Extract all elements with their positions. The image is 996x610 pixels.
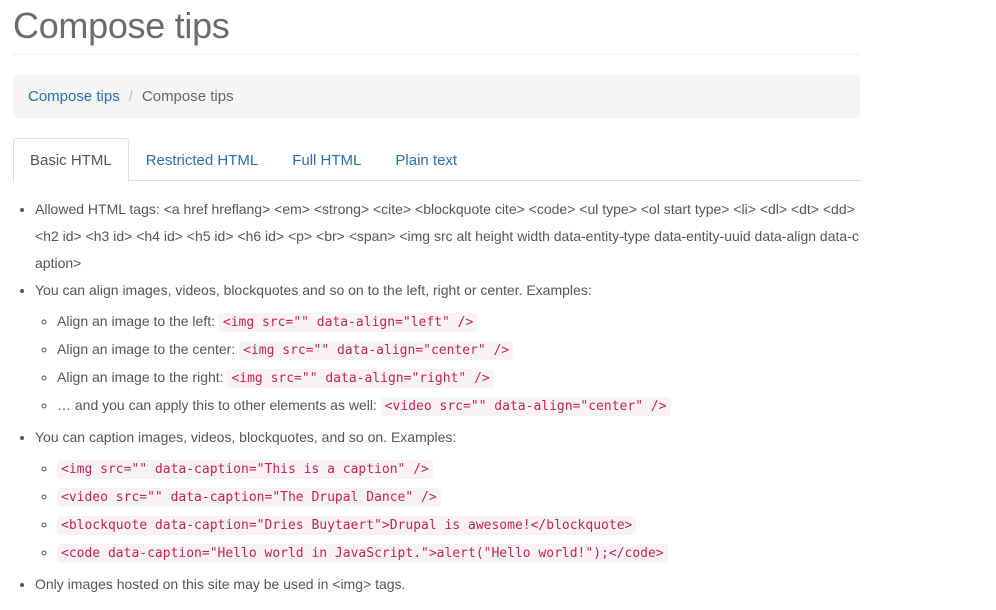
breadcrumb-link-compose-tips[interactable]: Compose tips <box>28 88 120 105</box>
tab-basic-html[interactable]: Basic HTML <box>13 138 129 182</box>
caption-example: <code data-caption="Hello world in JavaS… <box>57 539 859 567</box>
breadcrumb: Compose tips / Compose tips <box>13 75 860 118</box>
align-intro-text: You can align images, videos, blockquote… <box>35 282 592 298</box>
breadcrumb-current: Compose tips <box>141 88 234 105</box>
images-note-text: Only images hosted on this site may be u… <box>35 576 406 592</box>
caption-example: <video src="" data-caption="The Drupal D… <box>57 483 859 511</box>
align-example-code: <video src="" data-align="center" /> <box>380 397 671 416</box>
align-example-center: Align an image to the center: <img src="… <box>57 336 859 364</box>
tip-align: You can align images, videos, blockquote… <box>35 277 859 420</box>
align-example-label: Align an image to the center: <box>57 341 240 357</box>
tab-restricted-html[interactable]: Restricted HTML <box>129 138 276 181</box>
align-example-other: … and you can apply this to other elemen… <box>57 392 859 420</box>
align-example-label: Align an image to the left: <box>57 313 219 329</box>
align-example-code: <img src="" data-align="right" /> <box>227 369 494 388</box>
caption-example-code: <video src="" data-caption="The Drupal D… <box>57 488 441 507</box>
align-example-label: … and you can apply this to other elemen… <box>57 397 381 413</box>
breadcrumb-separator: / <box>128 88 133 105</box>
title-divider <box>13 54 860 55</box>
align-example-right: Align an image to the right: <img src=""… <box>57 364 859 392</box>
tab-plain-text[interactable]: Plain text <box>378 138 474 181</box>
page-title: Compose tips <box>13 5 230 46</box>
caption-example: <img src="" data-caption="This is a capt… <box>57 455 859 483</box>
caption-examples-list: <img src="" data-caption="This is a capt… <box>35 455 859 567</box>
caption-intro-text: You can caption images, videos, blockquo… <box>35 429 457 445</box>
caption-example-code: <blockquote data-caption="Dries Buytaert… <box>57 516 637 535</box>
caption-example-code: <code data-caption="Hello world in JavaS… <box>57 544 668 563</box>
allowed-tags-text: Allowed HTML tags: <a href hreflang> <em… <box>35 201 859 271</box>
align-example-left: Align an image to the left: <img src="" … <box>57 308 859 336</box>
align-example-code: <img src="" data-align="left" /> <box>218 313 478 332</box>
tips-list: Allowed HTML tags: <a href hreflang> <em… <box>13 196 859 598</box>
align-examples-list: Align an image to the left: <img src="" … <box>35 308 859 420</box>
tip-images: Only images hosted on this site may be u… <box>35 571 859 598</box>
compose-tips-page: Compose tips Compose tips / Compose tips… <box>0 0 996 610</box>
format-tabs: Basic HTML Restricted HTML Full HTML Pla… <box>13 138 861 182</box>
caption-example: <blockquote data-caption="Dries Buytaert… <box>57 511 859 539</box>
tab-full-html[interactable]: Full HTML <box>275 138 378 181</box>
tip-allowed-tags: Allowed HTML tags: <a href hreflang> <em… <box>35 196 859 277</box>
align-example-label: Align an image to the right: <box>57 369 228 385</box>
caption-example-code: <img src="" data-caption="This is a capt… <box>57 460 433 479</box>
tip-caption: You can caption images, videos, blockquo… <box>35 424 859 567</box>
align-example-code: <img src="" data-align="center" /> <box>239 341 514 360</box>
